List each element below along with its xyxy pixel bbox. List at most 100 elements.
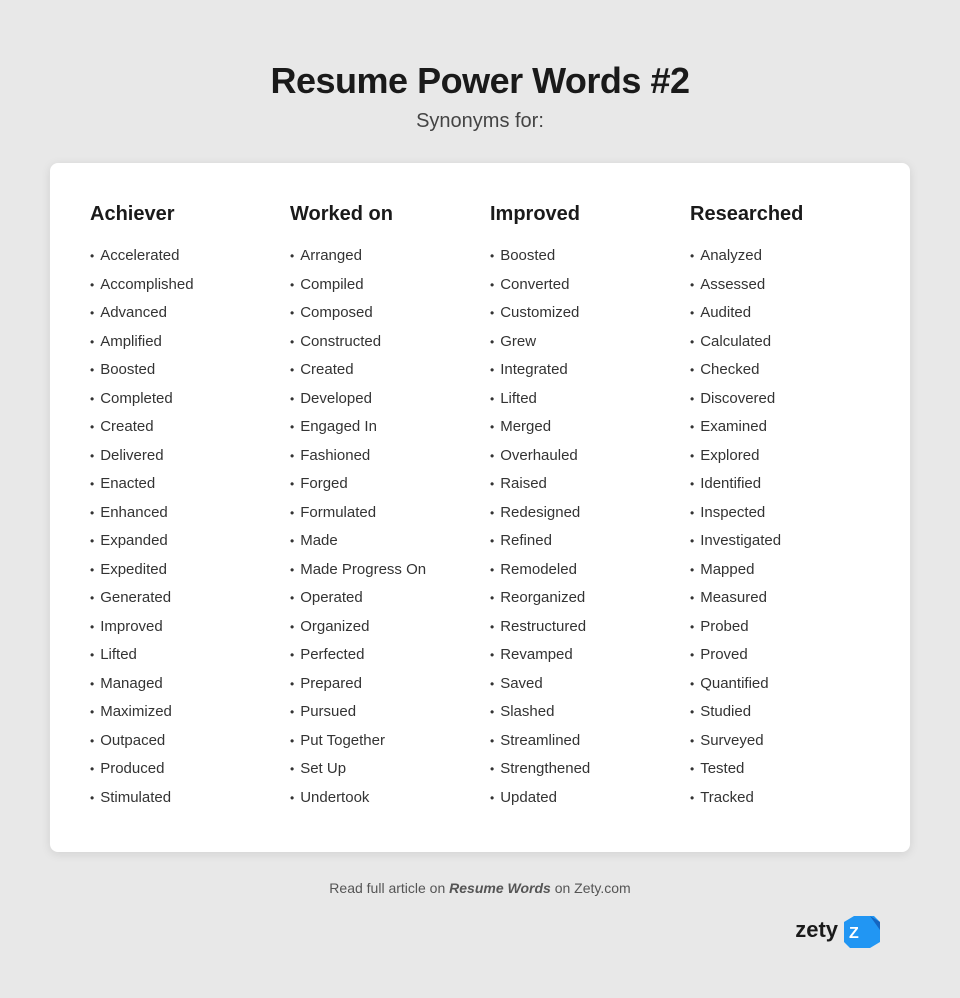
column-2: Improved BoostedConvertedCustomizedGrewIn… <box>490 203 670 812</box>
word-list-2: BoostedConvertedCustomizedGrewIntegrated… <box>490 242 670 812</box>
list-item: Mapped <box>690 556 870 585</box>
column-1: Worked on ArrangedCompiledComposedConstru… <box>290 203 470 812</box>
list-item: Remodeled <box>490 556 670 585</box>
footer-text: Read full article on Resume Words on Zet… <box>329 880 630 896</box>
list-item: Operated <box>290 584 470 613</box>
list-item: Accomplished <box>90 271 270 300</box>
list-item: Forged <box>290 470 470 499</box>
columns-grid: AchieverAcceleratedAccomplishedAdvancedA… <box>90 203 870 812</box>
list-item: Checked <box>690 356 870 385</box>
list-item: Accelerated <box>90 242 270 271</box>
zety-icon: Z <box>844 912 880 948</box>
list-item: Expanded <box>90 527 270 556</box>
list-item: Restructured <box>490 613 670 642</box>
list-item: Strengthened <box>490 755 670 784</box>
list-item: Completed <box>90 385 270 414</box>
column-header-2: Improved <box>490 203 670 226</box>
list-item: Prepared <box>290 670 470 699</box>
list-item: Compiled <box>290 271 470 300</box>
list-item: Enhanced <box>90 499 270 528</box>
list-item: Studied <box>690 698 870 727</box>
list-item: Overhauled <box>490 442 670 471</box>
list-item: Engaged In <box>290 413 470 442</box>
list-item: Put Together <box>290 727 470 756</box>
list-item: Advanced <box>90 299 270 328</box>
list-item: Slashed <box>490 698 670 727</box>
list-item: Inspected <box>690 499 870 528</box>
page-wrapper: Resume Power Words #2 Synonyms for: Achi… <box>20 20 940 978</box>
list-item: Discovered <box>690 385 870 414</box>
list-item: Streamlined <box>490 727 670 756</box>
list-item: Probed <box>690 613 870 642</box>
word-list-0: AcceleratedAccomplishedAdvancedAmplified… <box>90 242 270 812</box>
column-0: Achiever AcceleratedAccomplishedAdvancedA… <box>90 203 270 812</box>
list-item: Made <box>290 527 470 556</box>
list-item: Boosted <box>490 242 670 271</box>
list-item: Refined <box>490 527 670 556</box>
list-item: Explored <box>690 442 870 471</box>
list-item: Boosted <box>90 356 270 385</box>
list-item: Made Progress On <box>290 556 470 585</box>
list-item: Audited <box>690 299 870 328</box>
list-item: Analyzed <box>690 242 870 271</box>
list-item: Constructed <box>290 328 470 357</box>
main-card: AchieverAcceleratedAccomplishedAdvancedA… <box>50 163 910 852</box>
list-item: Tested <box>690 755 870 784</box>
list-item: Arranged <box>290 242 470 271</box>
list-item: Identified <box>690 470 870 499</box>
page-subtitle: Synonyms for: <box>416 110 544 133</box>
list-item: Calculated <box>690 328 870 357</box>
list-item: Outpaced <box>90 727 270 756</box>
list-item: Measured <box>690 584 870 613</box>
zety-logo-text: zety <box>795 917 838 943</box>
list-item: Raised <box>490 470 670 499</box>
list-item: Reorganized <box>490 584 670 613</box>
list-item: Examined <box>690 413 870 442</box>
zety-logo: zety Z <box>795 912 880 948</box>
word-list-3: AnalyzedAssessedAuditedCalculatedChecked… <box>690 242 870 812</box>
list-item: Lifted <box>490 385 670 414</box>
list-item: Redesigned <box>490 499 670 528</box>
list-item: Investigated <box>690 527 870 556</box>
list-item: Created <box>290 356 470 385</box>
list-item: Converted <box>490 271 670 300</box>
list-item: Formulated <box>290 499 470 528</box>
word-list-1: ArrangedCompiledComposedConstructedCreat… <box>290 242 470 812</box>
list-item: Grew <box>490 328 670 357</box>
footer: Read full article on Resume Words on Zet… <box>50 880 910 948</box>
list-item: Organized <box>290 613 470 642</box>
column-header-0: Achiever <box>90 203 270 226</box>
footer-link[interactable]: Resume Words <box>449 880 551 896</box>
list-item: Amplified <box>90 328 270 357</box>
list-item: Assessed <box>690 271 870 300</box>
list-item: Developed <box>290 385 470 414</box>
list-item: Maximized <box>90 698 270 727</box>
list-item: Improved <box>90 613 270 642</box>
list-item: Managed <box>90 670 270 699</box>
list-item: Revamped <box>490 641 670 670</box>
svg-text:Z: Z <box>849 925 859 942</box>
column-header-1: Worked on <box>290 203 470 226</box>
list-item: Expedited <box>90 556 270 585</box>
list-item: Generated <box>90 584 270 613</box>
list-item: Customized <box>490 299 670 328</box>
list-item: Saved <box>490 670 670 699</box>
list-item: Lifted <box>90 641 270 670</box>
list-item: Proved <box>690 641 870 670</box>
list-item: Set Up <box>290 755 470 784</box>
list-item: Fashioned <box>290 442 470 471</box>
page-title: Resume Power Words #2 <box>271 60 690 102</box>
column-header-3: Researched <box>690 203 870 226</box>
list-item: Surveyed <box>690 727 870 756</box>
list-item: Stimulated <box>90 784 270 813</box>
list-item: Merged <box>490 413 670 442</box>
list-item: Integrated <box>490 356 670 385</box>
column-3: Researched AnalyzedAssessedAuditedCalcula… <box>690 203 870 812</box>
list-item: Quantified <box>690 670 870 699</box>
list-item: Created <box>90 413 270 442</box>
list-item: Composed <box>290 299 470 328</box>
list-item: Perfected <box>290 641 470 670</box>
list-item: Produced <box>90 755 270 784</box>
list-item: Updated <box>490 784 670 813</box>
list-item: Undertook <box>290 784 470 813</box>
